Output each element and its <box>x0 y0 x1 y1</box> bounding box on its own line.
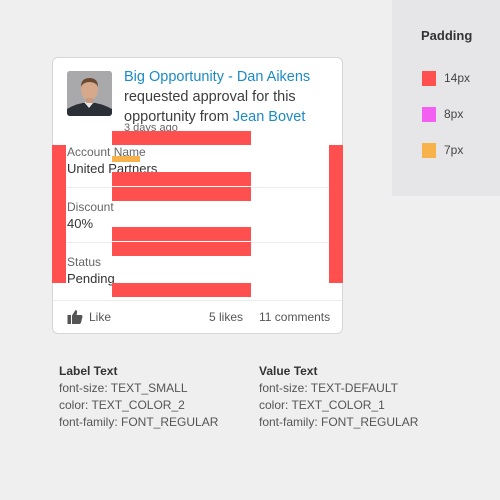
legend-swatch-magenta <box>422 107 436 122</box>
feed-header-text: Big Opportunity - Dan Aikens requested a… <box>124 67 334 127</box>
footer-divider <box>53 300 342 301</box>
padding-overlay-row3-bottom <box>112 283 251 297</box>
field-value-status: Pending <box>67 271 115 286</box>
thumbs-up-icon <box>67 310 83 324</box>
label-text-spec-font-size: font-size: TEXT_SMALL <box>59 381 188 395</box>
padding-overlay-right <box>329 145 343 283</box>
value-text-spec-color: color: TEXT_COLOR_1 <box>259 398 385 412</box>
legend-title: Padding <box>421 28 473 43</box>
padding-overlay-label-gap <box>112 156 140 162</box>
padding-overlay-row2-bottom <box>112 227 251 241</box>
padding-overlay-top <box>112 131 251 145</box>
padding-overlay-left <box>52 145 66 283</box>
legend-label: 8px <box>444 107 464 121</box>
legend-swatch-red <box>422 71 436 86</box>
approver-link[interactable]: Jean Bovet <box>233 109 306 125</box>
legend-swatch-orange <box>422 143 436 158</box>
padding-overlay-row1-bottom <box>112 172 251 186</box>
label-text-spec-color: color: TEXT_COLOR_2 <box>59 398 185 412</box>
value-text-spec-title: Value Text <box>259 364 318 378</box>
field-label-status: Status <box>67 255 102 269</box>
likes-count-link[interactable]: 5 likes <box>209 310 243 324</box>
comments-count-link[interactable]: 11 comments <box>259 310 330 324</box>
field-label-discount: Discount <box>67 200 114 214</box>
value-text-spec-font-size: font-size: TEXT-DEFAULT <box>259 381 398 395</box>
label-text-spec-font-family: font-family: FONT_REGULAR <box>59 415 219 429</box>
legend-label: 7px <box>444 143 464 157</box>
padding-overlay-row3-top <box>112 242 251 256</box>
avatar-photo <box>67 71 112 116</box>
avatar[interactable] <box>67 71 112 116</box>
value-text-spec-font-family: font-family: FONT_REGULAR <box>259 415 419 429</box>
legend-label: 14px <box>444 71 471 85</box>
like-label: Like <box>89 310 112 324</box>
field-value-discount: 40% <box>67 216 94 231</box>
padding-overlay-row2-top <box>112 187 251 201</box>
opportunity-link[interactable]: Big Opportunity - Dan Aikens <box>124 69 310 85</box>
label-text-spec-title: Label Text <box>59 364 118 378</box>
